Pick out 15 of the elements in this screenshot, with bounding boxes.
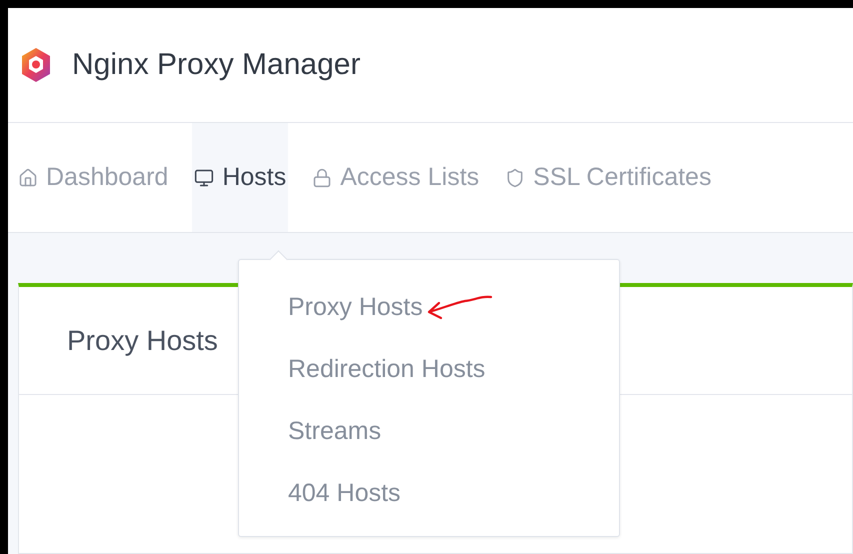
nav-tab[interactable]: SSL Certificates [503, 123, 714, 232]
home-icon [18, 168, 38, 188]
menu-item[interactable]: Redirection Hosts [288, 354, 486, 384]
menu-item[interactable]: Streams [288, 416, 382, 446]
monitor-icon [194, 168, 214, 188]
logo-icon [22, 48, 50, 82]
shield-icon [505, 168, 526, 188]
nav-tab[interactable]: Hosts [192, 123, 288, 232]
lock-icon [312, 168, 332, 188]
card-title: Proxy Hosts [67, 324, 218, 356]
menu-item[interactable]: 404 Hosts [288, 478, 401, 508]
nav-tab[interactable]: Dashboard [16, 123, 170, 232]
app-title: Nginx Proxy Manager [72, 48, 360, 82]
nav-tab[interactable]: Access Lists [310, 123, 482, 232]
menu-item[interactable]: Proxy Hosts [288, 292, 423, 322]
